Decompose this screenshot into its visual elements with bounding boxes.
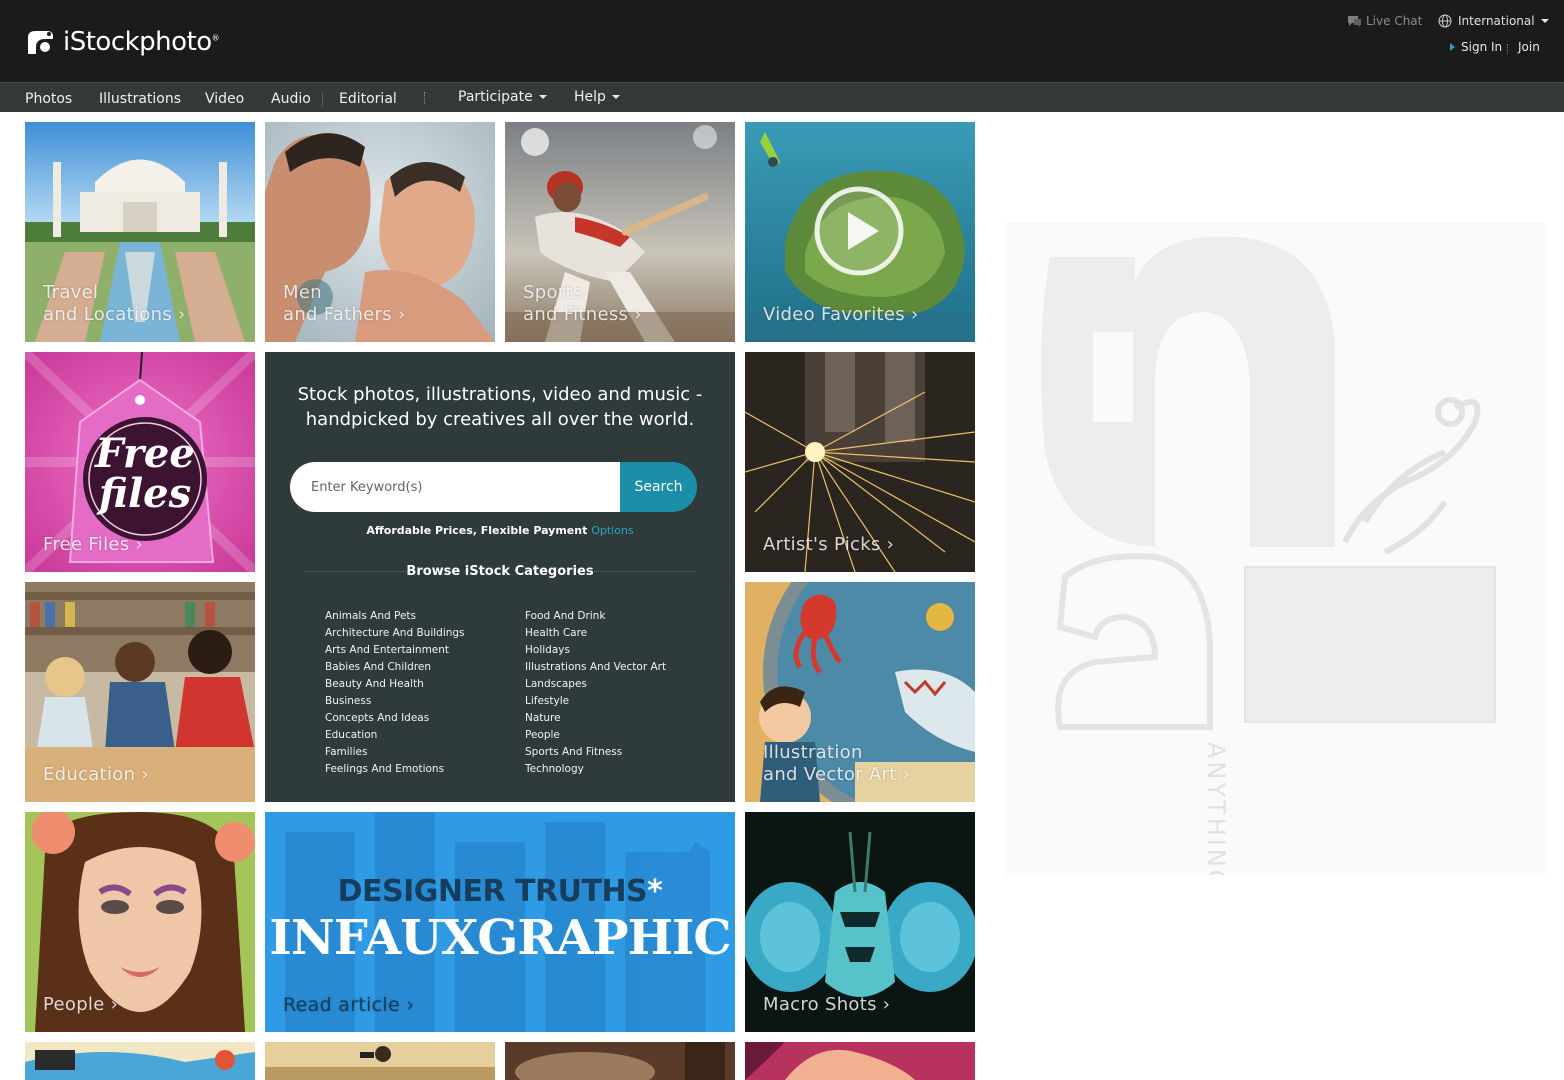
nav-illustrations[interactable]: Illustrations <box>99 91 181 107</box>
nav-photos[interactable]: Photos <box>25 91 72 107</box>
nav-divider-dotted <box>424 92 425 104</box>
logo-text: iStockphoto® <box>63 27 220 57</box>
tile-travel[interactable]: Travel and Locations › <box>25 122 255 342</box>
tile-label: Education › <box>43 764 149 785</box>
top-bar: iStockphoto® Live Chat International Sig… <box>0 0 1564 82</box>
nav-participate[interactable]: Participate <box>458 89 547 105</box>
play-icon[interactable] <box>813 185 905 277</box>
free-files-badge-text: Free files <box>95 430 195 517</box>
sign-in-link[interactable]: Sign In <box>1450 40 1502 54</box>
tile-row5-4[interactable] <box>745 1042 975 1080</box>
category-link[interactable]: Technology <box>525 761 666 778</box>
nav-help[interactable]: Help <box>574 89 620 105</box>
tile-label: Travel and Locations › <box>43 282 186 325</box>
nav-video[interactable]: Video <box>205 91 244 107</box>
nav-divider <box>322 92 323 106</box>
category-link[interactable]: Beauty And Health <box>325 676 465 693</box>
tile-artists-picks[interactable]: Artist's Picks › <box>745 352 975 572</box>
category-link[interactable]: Families <box>325 744 465 761</box>
category-link[interactable]: Business <box>325 693 465 710</box>
browse-categories-title: Browse iStock Categories <box>406 564 594 579</box>
category-link[interactable]: Landscapes <box>525 676 666 693</box>
category-link[interactable]: Feelings And Emotions <box>325 761 465 778</box>
arrow-right-icon <box>1450 43 1455 51</box>
category-link[interactable]: Illustrations And Vector Art <box>525 659 666 676</box>
food-image <box>505 1042 735 1080</box>
region-selector[interactable]: International <box>1438 14 1549 28</box>
tile-illustration[interactable]: Illustration and Vector Art › <box>745 582 975 802</box>
tagline: Stock photos, illustrations, video and m… <box>297 384 703 430</box>
affordable-prices-text: Affordable Prices, Flexible Payment Opti… <box>366 524 634 537</box>
category-link[interactable]: Architecture And Buildings <box>325 625 465 642</box>
tile-free-files[interactable]: Free files Free Files › <box>25 352 255 572</box>
category-link[interactable]: Concepts And Ideas <box>325 710 465 727</box>
tile-label: People › <box>43 994 119 1015</box>
nav-audio[interactable]: Audio <box>271 91 311 107</box>
logo[interactable]: iStockphoto® <box>25 26 220 58</box>
chevron-down-icon <box>1540 19 1549 23</box>
tile-men-fathers[interactable]: Men and Fathers › <box>265 122 495 342</box>
tile-people[interactable]: People › <box>25 812 255 1032</box>
category-link[interactable]: Holidays <box>525 642 666 659</box>
infauxgraphic-heading: INFAUXGRAPHIC <box>269 910 731 966</box>
binoculars-image <box>265 1042 495 1080</box>
designer-truths-heading: DESIGNER TRUTHS* <box>337 874 663 909</box>
category-link[interactable]: Lifestyle <box>525 693 666 710</box>
tile-label: Illustration and Vector Art › <box>763 742 911 785</box>
tile-row5-1[interactable] <box>25 1042 255 1080</box>
category-link[interactable]: People <box>525 727 666 744</box>
tile-education[interactable]: Education › <box>25 582 255 802</box>
search-panel: Stock photos, illustrations, video and m… <box>265 352 735 802</box>
chat-bubble-icon <box>1348 16 1361 27</box>
category-link[interactable]: Health Care <box>525 625 666 642</box>
tile-row5-3[interactable] <box>505 1042 735 1080</box>
search-form: Search <box>290 462 697 512</box>
tile-row5-2[interactable] <box>265 1042 495 1080</box>
tile-video-favorites[interactable]: Video Favorites › <box>745 122 975 342</box>
globe-icon <box>1438 14 1452 28</box>
tile-label: Sports and Fitness › <box>523 282 642 325</box>
typographic-art-image <box>1041 236 1496 730</box>
tile-macro-shots[interactable]: Macro Shots › <box>745 812 975 1032</box>
tile-label: Artist's Picks › <box>763 534 895 555</box>
tile-label: Men and Fathers › <box>283 282 406 325</box>
tile-label: Free Files › <box>43 534 143 555</box>
advertisement-banner[interactable]: ANYTHING. <box>1005 222 1545 875</box>
main-nav: Photos Illustrations Video Audio Editori… <box>0 82 1564 112</box>
join-link[interactable]: Join <box>1518 40 1540 54</box>
ad-vertical-text: ANYTHING. <box>1202 742 1230 875</box>
category-link[interactable]: Animals And Pets <box>325 608 465 625</box>
tile-label: Macro Shots › <box>763 994 891 1015</box>
payment-options-link[interactable]: Options <box>591 524 633 537</box>
category-link[interactable]: Babies And Children <box>325 659 465 676</box>
tile-sports[interactable]: Sports and Fitness › <box>505 122 735 342</box>
categories-left-list: Animals And Pets Architecture And Buildi… <box>325 608 465 778</box>
category-link[interactable]: Food And Drink <box>525 608 666 625</box>
category-link[interactable]: Nature <box>525 710 666 727</box>
tile-designer-truths[interactable]: DESIGNER TRUTHS* INFAUXGRAPHIC Read arti… <box>265 812 735 1032</box>
chevron-down-icon <box>611 95 620 99</box>
header-divider <box>1507 44 1508 54</box>
category-link[interactable]: Arts And Entertainment <box>325 642 465 659</box>
search-button[interactable]: Search <box>620 462 697 512</box>
tile-label: Video Favorites › <box>763 304 919 325</box>
search-input[interactable] <box>290 462 620 512</box>
chevron-down-icon <box>538 95 547 99</box>
logo-icon <box>25 27 55 57</box>
categories-right-list: Food And Drink Health Care Holidays Illu… <box>525 608 666 778</box>
category-link[interactable]: Education <box>325 727 465 744</box>
travel-illustration-image <box>25 1042 255 1080</box>
live-chat-link[interactable]: Live Chat <box>1346 14 1422 28</box>
category-link[interactable]: Sports And Fitness <box>525 744 666 761</box>
read-article-link[interactable]: Read article › <box>283 994 414 1016</box>
canyon-image <box>745 1042 975 1080</box>
nav-editorial[interactable]: Editorial <box>339 91 397 107</box>
